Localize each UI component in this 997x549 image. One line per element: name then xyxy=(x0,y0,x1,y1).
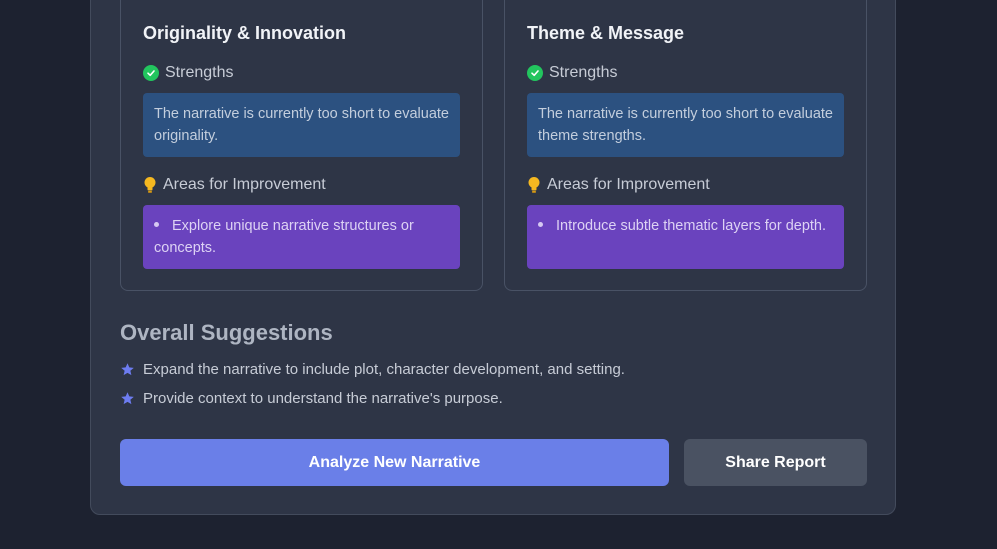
suggestion-item: Expand the narrative to include plot, ch… xyxy=(120,361,625,378)
suggestion-text: Expand the narrative to include plot, ch… xyxy=(143,361,625,378)
star-icon xyxy=(120,362,135,377)
improvement-list: Introduce subtle thematic layers for dep… xyxy=(527,205,844,269)
strengths-label: Strengths xyxy=(165,64,234,81)
improvement-heading: Areas for Improvement xyxy=(527,176,710,194)
strengths-text: The narrative is currently too short to … xyxy=(143,93,460,157)
improvement-heading: Areas for Improvement xyxy=(143,176,326,194)
lightbulb-icon xyxy=(143,176,157,194)
bullet-dot xyxy=(538,222,543,228)
improvement-label: Areas for Improvement xyxy=(547,176,710,193)
improvement-item: Explore unique narrative structures or c… xyxy=(154,218,414,256)
check-circle-icon xyxy=(527,65,543,81)
card-title: Theme & Message xyxy=(527,23,685,43)
bullet-dot xyxy=(154,222,159,228)
check-circle-icon xyxy=(143,65,159,81)
improvement-list: Explore unique narrative structures or c… xyxy=(143,205,460,269)
originality-card: Originality & Innovation Strengths The n… xyxy=(120,0,483,291)
improvement-item: Introduce subtle thematic layers for dep… xyxy=(556,218,827,234)
strengths-heading: Strengths xyxy=(527,64,617,82)
suggestion-item: Provide context to understand the narrat… xyxy=(120,390,503,407)
strengths-label: Strengths xyxy=(549,64,618,81)
theme-card: Theme & Message Strengths The narrative … xyxy=(504,0,867,291)
improvement-label: Areas for Improvement xyxy=(163,176,326,193)
star-icon xyxy=(120,391,135,406)
card-title: Originality & Innovation xyxy=(143,23,347,43)
strengths-text: The narrative is currently too short to … xyxy=(527,93,844,157)
lightbulb-icon xyxy=(527,176,541,194)
suggestion-text: Provide context to understand the narrat… xyxy=(143,390,503,407)
strengths-heading: Strengths xyxy=(143,64,233,82)
overall-suggestions-title: Overall Suggestions xyxy=(120,320,333,345)
analyze-new-narrative-button[interactable]: Analyze New Narrative xyxy=(120,439,669,486)
share-report-button[interactable]: Share Report xyxy=(684,439,867,486)
